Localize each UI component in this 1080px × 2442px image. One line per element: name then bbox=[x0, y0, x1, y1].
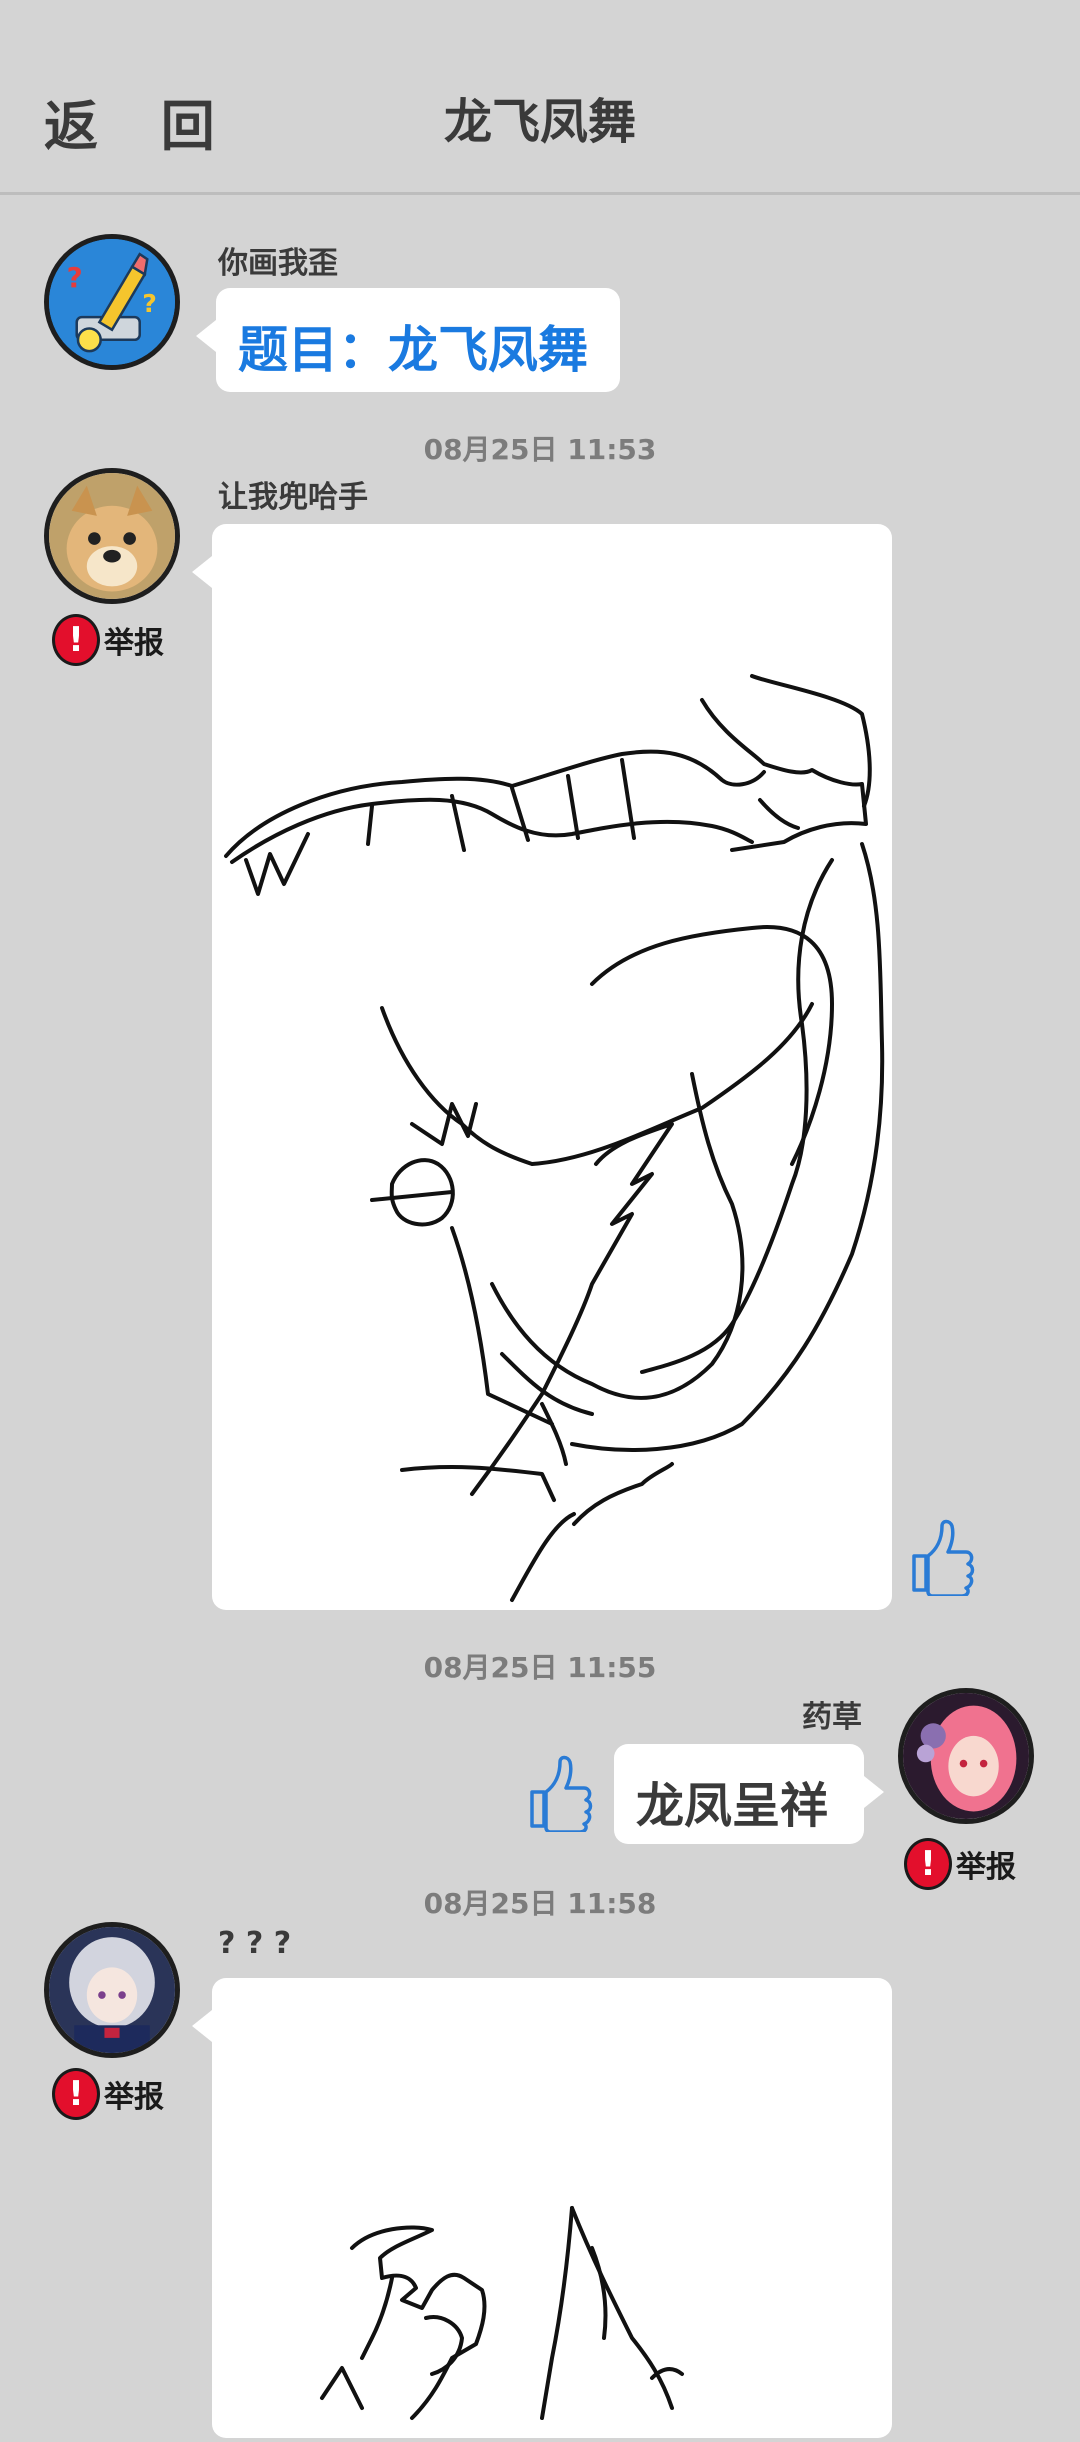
pencil-avatar-icon: ? ? bbox=[49, 239, 175, 365]
message-bubble: 龙凤呈祥 bbox=[614, 1744, 884, 1844]
topic-text: 题目：龙飞凤舞 bbox=[238, 321, 588, 379]
username: 你画我歪 bbox=[218, 246, 338, 281]
pink-hair-avatar-icon bbox=[903, 1693, 1029, 1819]
exclamation-icon: ! bbox=[52, 2068, 100, 2120]
report-button[interactable]: ! 举报 bbox=[52, 614, 164, 666]
drawing-bubble[interactable] bbox=[192, 1978, 892, 2438]
avatar[interactable]: ? ? bbox=[44, 234, 180, 370]
thumbs-up-icon[interactable] bbox=[906, 1516, 976, 1596]
dragon-drawing bbox=[224, 674, 885, 1602]
page-title: 龙飞凤舞 bbox=[443, 94, 636, 150]
username: 药草 bbox=[802, 1700, 862, 1735]
avatar[interactable] bbox=[898, 1688, 1034, 1824]
avatar[interactable] bbox=[44, 1922, 180, 2058]
message-bubble: 题目：龙飞凤舞 bbox=[196, 288, 620, 392]
timestamp: 08月25日 11:58 bbox=[423, 1887, 657, 1920]
timestamp: 08月25日 11:53 bbox=[423, 433, 657, 466]
exclamation-icon: ! bbox=[52, 614, 100, 666]
avatar[interactable] bbox=[44, 468, 180, 604]
report-button[interactable]: ! 举报 bbox=[52, 2068, 164, 2120]
thumbs-up-icon[interactable] bbox=[524, 1752, 594, 1832]
username: ? ? ? bbox=[218, 1926, 292, 1961]
timestamp: 08月25日 11:55 bbox=[423, 1651, 657, 1684]
dragon-drawing bbox=[320, 2206, 684, 2420]
drawing-bubble[interactable] bbox=[192, 524, 892, 1610]
answer-text: 龙凤呈祥 bbox=[636, 1778, 829, 1834]
svg-text:?: ? bbox=[67, 261, 83, 294]
dog-avatar-icon bbox=[49, 473, 175, 599]
svg-text:?: ? bbox=[142, 289, 157, 318]
username: 让我兜哈手 bbox=[218, 480, 368, 515]
silver-hair-avatar-icon bbox=[49, 1927, 175, 2053]
header-bar: 返 回 龙飞凤舞 bbox=[0, 0, 1080, 195]
